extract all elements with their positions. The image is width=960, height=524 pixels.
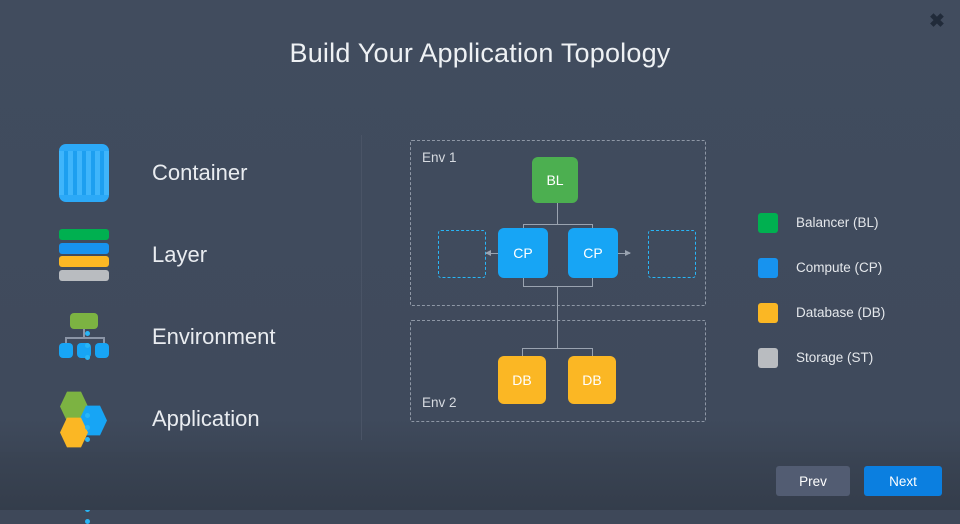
legend-label: Storage (ST)	[796, 350, 874, 365]
connector-dots	[84, 331, 90, 360]
dialog-footer: Prev Next	[0, 452, 960, 510]
legend-label: Balancer (BL)	[796, 215, 879, 230]
page-title: Build Your Application Topology	[289, 38, 671, 68]
legend-item-storage: Storage (ST)	[758, 335, 885, 380]
arrow-right-icon	[618, 250, 631, 256]
connector-line	[523, 286, 593, 287]
connector-line	[523, 278, 524, 286]
node-database-left[interactable]: DB	[498, 356, 546, 404]
connector-line	[523, 224, 592, 225]
node-compute-right[interactable]: CP	[568, 228, 618, 278]
connector-line	[557, 203, 558, 224]
legend-swatch	[758, 212, 778, 233]
placeholder-slot-right[interactable]	[648, 230, 696, 278]
legend-label: Compute (CP)	[796, 260, 883, 275]
container-icon	[58, 142, 110, 204]
env-label-2: Env 2	[422, 395, 457, 410]
connector-line	[522, 348, 593, 349]
node-database-right[interactable]: DB	[568, 356, 616, 404]
wizard-dialog: ✖ Build Your Application Topology Contai…	[0, 0, 960, 524]
connector-line	[592, 278, 593, 286]
concept-label: Environment	[152, 324, 276, 349]
legend-item-compute: Compute (CP)	[758, 245, 885, 290]
placeholder-slot-left[interactable]	[438, 230, 486, 278]
layer-icon	[58, 224, 110, 286]
panel-divider	[361, 135, 362, 440]
concept-item-container[interactable]: Container	[40, 132, 350, 214]
legend-item-database: Database (DB)	[758, 290, 885, 335]
legend-swatch	[758, 302, 778, 323]
concept-label: Application	[152, 406, 260, 431]
concept-label: Layer	[152, 242, 208, 267]
legend-swatch	[758, 257, 778, 278]
concept-label: Container	[152, 160, 248, 185]
concept-item-layer[interactable]: Layer	[40, 214, 350, 296]
legend-item-balancer: Balancer (BL)	[758, 200, 885, 245]
close-icon[interactable]: ✖	[924, 8, 950, 34]
legend-swatch	[758, 347, 778, 368]
connector-line	[557, 286, 558, 348]
prev-button[interactable]: Prev	[776, 466, 850, 496]
env-label-1: Env 1	[422, 150, 457, 165]
concept-list: Container Layer Environment Application	[40, 132, 350, 524]
topology-canvas[interactable]: Env 1 Env 2 BL CP CP DB DB	[410, 140, 706, 422]
node-balancer[interactable]: BL	[532, 157, 578, 203]
connector-dots	[84, 413, 90, 442]
node-compute-left[interactable]: CP	[498, 228, 548, 278]
arrow-left-icon	[485, 250, 498, 256]
legend: Balancer (BL) Compute (CP) Database (DB)…	[758, 200, 885, 380]
legend-label: Database (DB)	[796, 305, 886, 320]
next-button[interactable]: Next	[864, 466, 942, 496]
